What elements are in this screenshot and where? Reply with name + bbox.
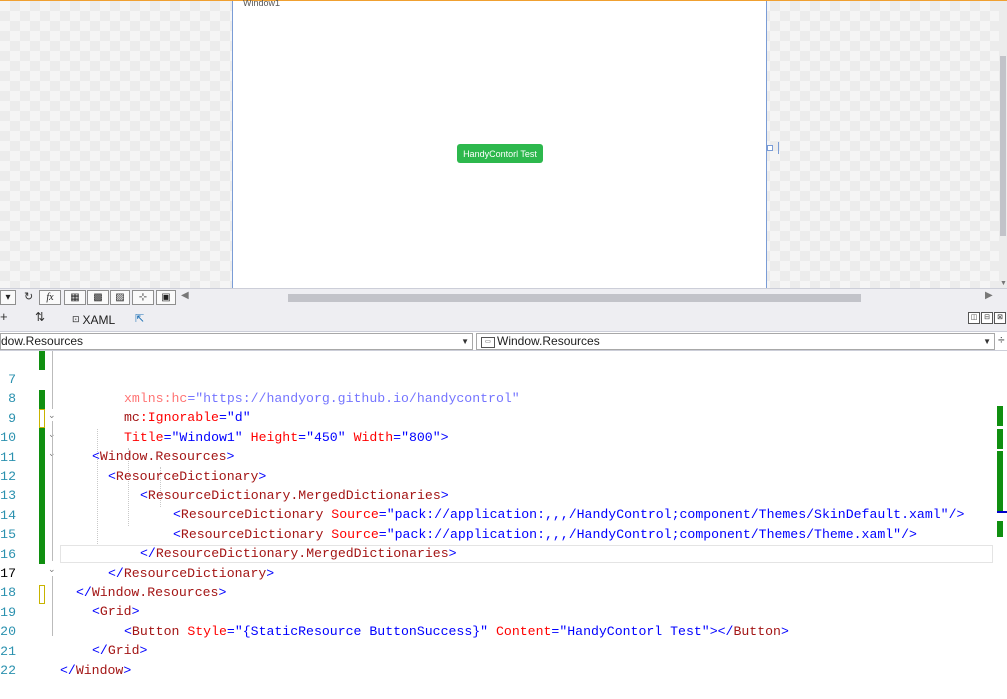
- tab-xaml[interactable]: ⊡ XAML: [72, 311, 115, 328]
- chevron-down-icon: ▼: [461, 337, 469, 346]
- resources-icon: ▭: [481, 337, 495, 348]
- horizontal-split-icon[interactable]: ⊟: [981, 312, 993, 324]
- code-navigation-bar: dow.Resources ▼ ▭ Window.Resources ▼ ÷: [0, 331, 1007, 351]
- element-scope-value: dow.Resources: [1, 334, 84, 348]
- code-line-current: 17 </Window.Resources>: [0, 566, 227, 600]
- code-line: 18 <Grid>: [0, 585, 140, 620]
- resize-indicator: [778, 142, 779, 154]
- member-dropdown[interactable]: ▭ Window.Resources ▼: [476, 333, 995, 350]
- design-surface[interactable]: Window1 HandyContorl Test ▼: [0, 0, 1007, 289]
- snap-to-snaplines-icon[interactable]: ⊹: [132, 290, 154, 305]
- xaml-code-editor[interactable]: ⌄ ⌄ ⌄ ⌄ 7 xmlns:hc="https://handyorg.git…: [0, 351, 1007, 678]
- xaml-tab-label: XAML: [82, 312, 116, 327]
- code-line: 7 xmlns:hc="https://handyorg.github.io/h…: [0, 351, 1007, 406]
- swap-panes-icon[interactable]: ⇅: [35, 310, 45, 324]
- code-line: 14 <ResourceDictionary Source="pack://ap…: [0, 507, 917, 542]
- code-line: 13 <ResourceDictionary Source="pack://ap…: [0, 488, 965, 523]
- element-scope-dropdown[interactable]: dow.Resources ▼: [0, 333, 473, 350]
- popout-xaml-icon[interactable]: ⇱: [135, 312, 144, 325]
- designer-vertical-scrollbar[interactable]: ▼: [999, 1, 1007, 289]
- split-layout-buttons: ◫ ⊟ ⊠: [968, 312, 1006, 324]
- code-line: 20 </Grid>: [0, 624, 148, 659]
- collapse-pane-icon[interactable]: ⊠: [994, 312, 1006, 324]
- artboard-background-icon[interactable]: ▨: [110, 290, 130, 305]
- snap-to-grid-icon[interactable]: ▩: [87, 290, 109, 305]
- scroll-right-arrow-icon[interactable]: ▶: [985, 290, 993, 301]
- vertical-split-icon[interactable]: ◫: [968, 312, 980, 324]
- split-editor-icon[interactable]: ÷: [998, 333, 1005, 347]
- code-line: 19 <Button Style="{StaticResource Button…: [0, 604, 789, 639]
- chevron-down-icon: ▼: [983, 337, 991, 346]
- code-line: 11 <ResourceDictionary>: [0, 449, 267, 484]
- code-line: 22: [0, 642, 1007, 678]
- designer-toolbar: ▾ ↻ fx ▦ ▩ ▨ ⊹ ▣ ◀ ▶: [0, 288, 1007, 307]
- device-preview-icon[interactable]: ▣: [156, 290, 176, 305]
- handycontrol-test-button[interactable]: HandyContorl Test: [457, 144, 543, 163]
- resize-handle[interactable]: [767, 145, 773, 151]
- code-line: 8 mc:Ignorable="d": [0, 370, 1007, 425]
- code-line: 21 </Window>: [0, 643, 132, 678]
- code-line: 10 <Window.Resources>: [0, 430, 235, 465]
- scroll-left-arrow-icon[interactable]: ◀: [181, 290, 189, 301]
- code-line: 9 Title="Window1" Height="450" Width="80…: [0, 390, 1007, 445]
- code-line: 15 </ResourceDictionary.MergedDictionari…: [0, 527, 457, 562]
- code-line: 12 <ResourceDictionary.MergedDictionarie…: [0, 469, 449, 503]
- effects-toggle-button[interactable]: fx: [39, 290, 61, 305]
- scroll-down-arrow-icon[interactable]: ▼: [1000, 280, 1007, 287]
- zoom-dropdown-chevron-icon[interactable]: ▾: [0, 290, 16, 305]
- member-value: Window.Resources: [497, 334, 600, 348]
- element-tag: Window: [75, 662, 124, 678]
- designer-horizontal-scroll-thumb[interactable]: [288, 294, 861, 302]
- xaml-tab-icon: ⊡: [72, 314, 80, 324]
- fx-label: fx: [46, 292, 54, 303]
- refresh-icon[interactable]: ↻: [24, 290, 33, 303]
- grid-toggle-icon[interactable]: ▦: [64, 290, 86, 305]
- add-icon[interactable]: +: [0, 309, 8, 324]
- code-line: 16 </ResourceDictionary>: [0, 546, 275, 581]
- window-title: Window1: [243, 0, 281, 8]
- window-preview[interactable]: Window1 HandyContorl Test: [232, 0, 767, 289]
- split-view-tab-bar: + ⇅ ⊡ XAML ⇱ ◫ ⊟ ⊠: [0, 307, 1007, 331]
- designer-vertical-scroll-thumb[interactable]: [1000, 56, 1006, 236]
- line-number: 22: [0, 663, 16, 678]
